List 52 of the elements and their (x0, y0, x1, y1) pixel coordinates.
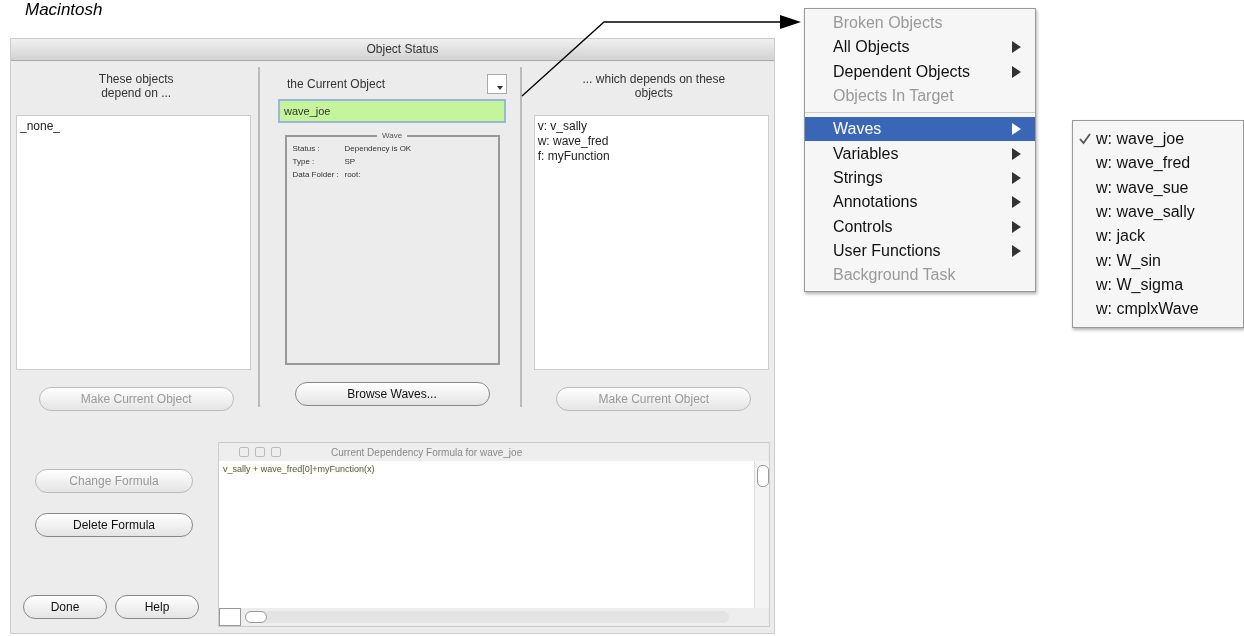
menu-item[interactable]: Dependent Objects (805, 59, 1035, 84)
formula-window-title: Current Dependency Formula for wave_joe (331, 446, 523, 458)
horizontal-scrollbar[interactable] (245, 611, 729, 623)
push-button[interactable]: Delete Formula (35, 513, 193, 537)
list-item[interactable]: v: v_sally (537, 119, 765, 134)
submenu-arrow-icon (1012, 220, 1021, 233)
menu-item[interactable]: User Functions (805, 238, 1035, 263)
popup-menu-button[interactable] (487, 74, 507, 94)
caret-icon (497, 86, 503, 90)
menu-item[interactable]: w: W_sigma (1073, 272, 1243, 298)
submenu-arrow-icon (1012, 147, 1021, 160)
menu-item[interactable]: w: wave_sue (1073, 175, 1243, 200)
info-label: Status : (292, 144, 321, 153)
push-button[interactable]: Help (115, 595, 199, 619)
menu-item[interactable]: Strings (805, 165, 1035, 191)
menu-item[interactable]: w: wave_joe (1073, 127, 1243, 152)
menu-item[interactable]: All Objects (805, 35, 1035, 60)
column-heading: the Current Object (286, 77, 386, 91)
info-value: root: (344, 170, 361, 179)
formula-text: v_sally + wave_fred[0]+myFunction(x) (223, 464, 375, 474)
menu-item[interactable]: w: cmplxWave (1073, 297, 1243, 322)
submenu-arrow-icon (1012, 65, 1021, 78)
formula-text-area[interactable]: v_sally + wave_fred[0]+myFunction(x) (219, 461, 754, 608)
menu-item[interactable]: w: W_sin (1073, 248, 1243, 273)
info-label: Type : (292, 157, 316, 166)
info-label: Data Folder : (292, 170, 340, 179)
menu-item[interactable]: w: wave_fred (1073, 151, 1243, 176)
menu-item[interactable]: Controls (805, 214, 1035, 239)
menu-item[interactable]: Annotations (805, 190, 1035, 215)
menu-item[interactable]: Variables (805, 141, 1035, 166)
column-heading: These objects depend on ... (97, 71, 175, 99)
info-value: Dependency is OK (344, 144, 412, 153)
submenu-arrow-icon (1012, 171, 1021, 184)
menu-item[interactable]: w: jack (1073, 224, 1243, 249)
window-controls-icon (239, 447, 281, 457)
list-item[interactable]: _none_ (20, 119, 247, 134)
submenu-arrow-icon (1012, 123, 1021, 136)
column-heading: ... which depends on these objects (581, 71, 727, 102)
push-button[interactable]: Browse Waves... (294, 382, 490, 406)
list-item[interactable]: f: myFunction (537, 149, 765, 164)
vertical-scrollbar[interactable] (754, 461, 769, 608)
list-item[interactable]: w: wave_fred (537, 134, 765, 149)
menu-item[interactable]: w: wave_sally (1073, 199, 1243, 225)
figure-caption: Macintosh (25, 0, 103, 20)
submenu-arrow-icon (1012, 41, 1021, 54)
object-name-field[interactable]: wave_joe (278, 99, 506, 123)
info-value: SP (344, 157, 356, 166)
submenu-arrow-icon (1012, 196, 1021, 209)
submenu-arrow-icon (1012, 244, 1021, 257)
group-title: Wave (377, 131, 407, 140)
menu-item[interactable]: Waves (805, 117, 1035, 142)
push-button[interactable]: Done (23, 595, 107, 619)
